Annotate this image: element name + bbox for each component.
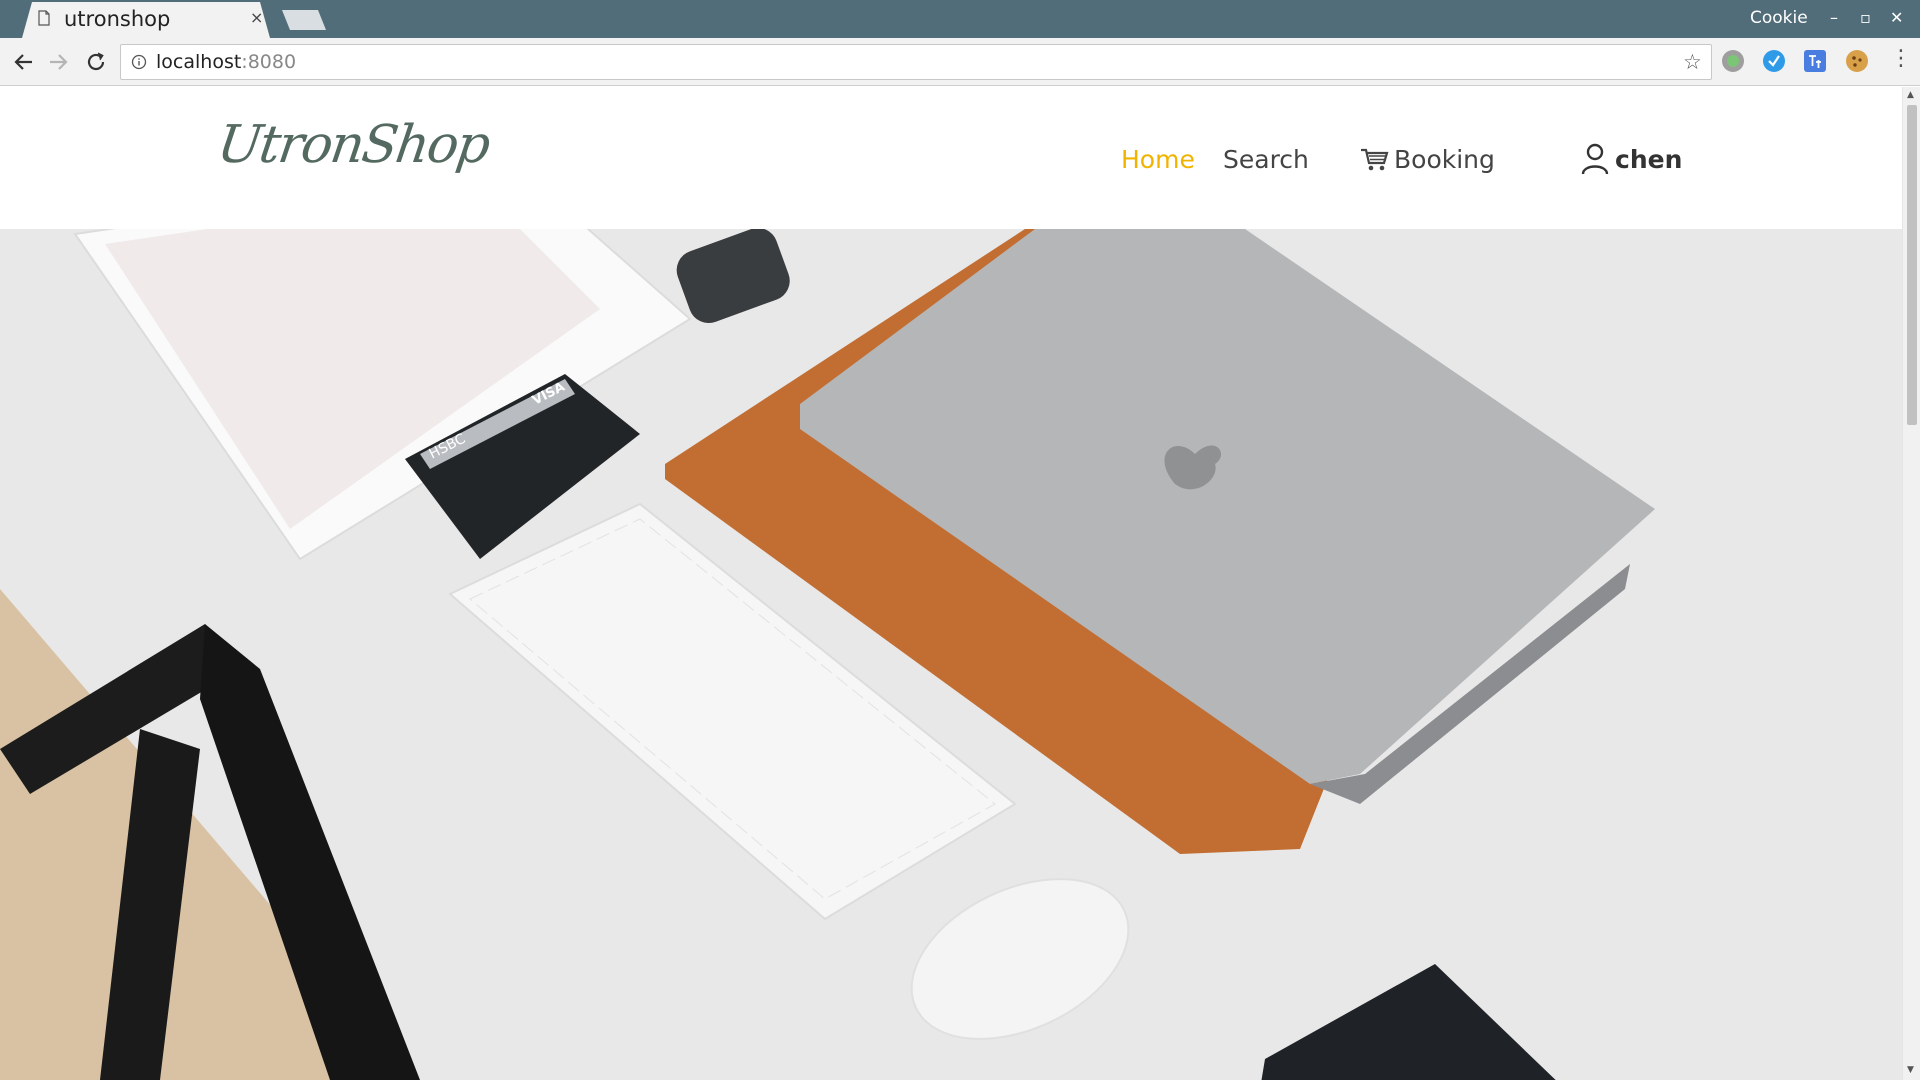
bookmark-star-icon[interactable]: ☆: [1683, 50, 1702, 74]
nav-user-link[interactable]: chen: [1615, 145, 1682, 174]
page-icon: [38, 10, 50, 26]
translate-extension-icon[interactable]: [1804, 50, 1826, 72]
page-viewport: UtronShop Home Search Booking chen HSBC …: [0, 87, 1902, 1080]
translate-glyph-icon: [1809, 55, 1821, 68]
cookie-chips-icon: [1852, 56, 1862, 67]
page-scrollbar[interactable]: ▲ ▼: [1902, 87, 1920, 1080]
hero-desk-illustration: HSBC VISA: [0, 229, 1902, 1080]
info-icon[interactable]: [131, 54, 147, 70]
browser-toolbar: localhost:8080 ☆ ⋮: [0, 38, 1920, 86]
scroll-thumb[interactable]: [1907, 105, 1917, 425]
tab-close-icon[interactable]: ×: [250, 8, 263, 28]
profile-label[interactable]: Cookie: [1750, 8, 1808, 28]
check-mark-icon: [1768, 55, 1780, 67]
nav-search-link[interactable]: Search: [1223, 145, 1309, 174]
tab-title: utronshop: [64, 7, 171, 31]
new-tab-button[interactable]: [282, 10, 326, 30]
browser-titlebar: utronshop × Cookie – ▫ ✕: [0, 0, 1920, 38]
nav-home-link[interactable]: Home: [1121, 145, 1195, 174]
extension-green-dot-icon[interactable]: [1722, 50, 1744, 72]
hero-banner: HSBC VISA: [0, 229, 1902, 1080]
site-header: UtronShop Home Search Booking chen: [0, 87, 1902, 229]
address-text: localhost:8080: [156, 51, 296, 73]
scroll-down-icon[interactable]: ▼: [1907, 1065, 1914, 1075]
cookie-extension-icon[interactable]: [1846, 50, 1868, 72]
nav-booking-link[interactable]: Booking: [1394, 145, 1495, 174]
address-bar[interactable]: localhost:8080 ☆: [120, 44, 1712, 80]
user-icon[interactable]: [1581, 143, 1609, 175]
site-logo[interactable]: UtronShop: [214, 115, 493, 175]
reload-icon[interactable]: [82, 48, 110, 76]
back-arrow-icon[interactable]: [10, 48, 38, 76]
browser-menu-icon[interactable]: ⋮: [1890, 48, 1912, 70]
close-window-icon[interactable]: ✕: [1890, 6, 1903, 30]
address-host: localhost: [156, 51, 242, 73]
scroll-up-icon[interactable]: ▲: [1907, 90, 1914, 100]
extension-check-icon[interactable]: [1763, 50, 1785, 72]
maximize-icon[interactable]: ▫: [1860, 6, 1871, 30]
address-port: :8080: [241, 51, 297, 73]
forward-arrow-icon[interactable]: [44, 48, 72, 76]
cart-icon[interactable]: [1360, 147, 1390, 173]
minimize-icon[interactable]: –: [1830, 6, 1838, 30]
